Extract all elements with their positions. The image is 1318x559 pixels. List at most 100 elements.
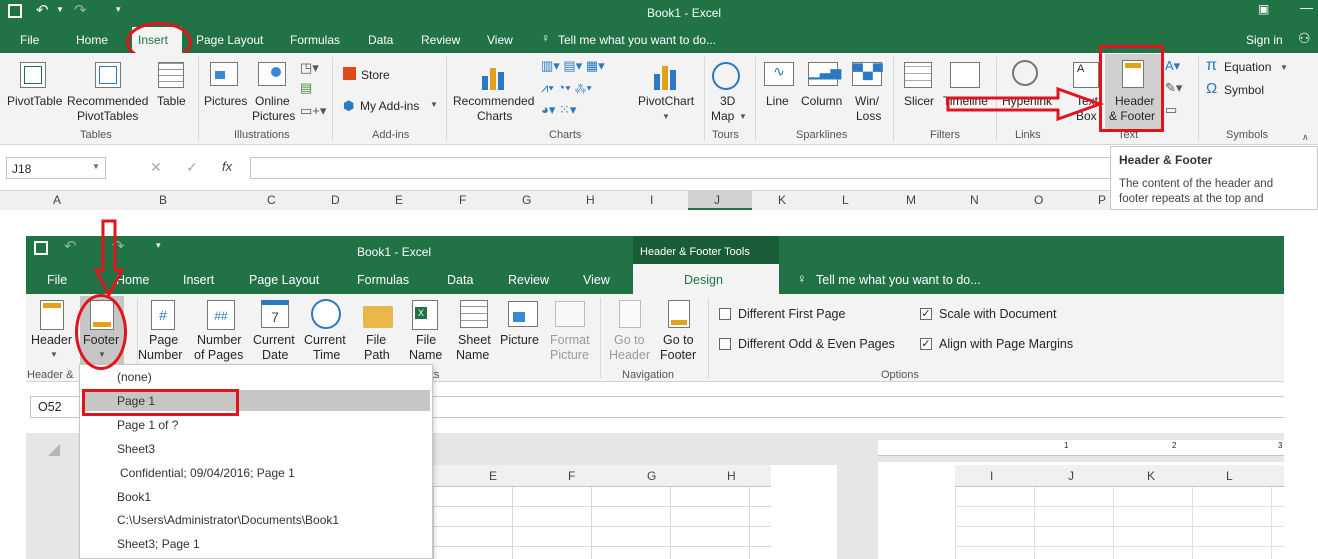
column-header[interactable]: L [1226, 469, 1233, 483]
timeline-icon[interactable] [950, 62, 980, 88]
redo-icon[interactable]: ↷ [74, 1, 87, 19]
textbox-icon[interactable]: A [1073, 62, 1099, 88]
pivotchart-icon[interactable] [652, 62, 680, 90]
wordart-icon[interactable]: A▾ [1165, 58, 1180, 74]
tab-file[interactable]: File [20, 33, 39, 47]
pi-icon[interactable]: π [1206, 58, 1217, 74]
online-pictures-label-1[interactable]: Online [255, 94, 290, 109]
go-to-footer-label-1[interactable]: Go to [663, 333, 694, 348]
recommended-charts-label-1[interactable]: Recommended [453, 94, 534, 109]
recommended-pivottables-label-1[interactable]: Recommended [67, 94, 148, 109]
recommended-pivottables-icon[interactable] [95, 62, 121, 88]
recommended-charts-label-2[interactable]: Charts [477, 109, 512, 124]
file-path-icon[interactable] [363, 306, 393, 328]
table-label[interactable]: Table [157, 94, 186, 109]
winloss-label-1[interactable]: Win/ [855, 94, 879, 109]
scale-with-document-checkbox[interactable]: ✓ [920, 308, 932, 320]
tab-home[interactable]: Home [76, 33, 108, 47]
column-header[interactable]: P [1098, 193, 1106, 207]
tell-me-box-2[interactable]: Tell me what you want to do... [816, 273, 981, 287]
file-path-label-1[interactable]: File [366, 333, 386, 348]
screenshot-icon[interactable]: ▭+▾ [300, 103, 326, 119]
column-chart-icon[interactable]: ▥▾ ▤▾ ▦▾ [541, 58, 605, 74]
tab-design[interactable]: Design [684, 273, 723, 287]
my-addins-icon[interactable]: ⬢ [343, 98, 354, 114]
current-date-icon[interactable]: 7 [261, 300, 289, 328]
hyperlink-icon[interactable] [1012, 60, 1038, 86]
3d-map-label-2[interactable]: Map [711, 109, 734, 124]
menu-item-page-1-of[interactable]: Page 1 of ? [117, 418, 178, 432]
column-header[interactable]: G [647, 469, 656, 483]
number-of-pages-label-2[interactable]: of Pages [194, 348, 243, 363]
customize-qat-icon-2[interactable]: ▾ [156, 240, 161, 251]
menu-item-none[interactable]: (none) [117, 370, 152, 384]
3d-map-icon[interactable] [712, 62, 740, 90]
column-header[interactable]: H [727, 469, 736, 483]
column-header[interactable]: F [459, 193, 466, 207]
pivotchart-label[interactable]: PivotChart [638, 94, 694, 109]
pictures-icon[interactable] [210, 62, 238, 86]
column-sparkline-icon[interactable]: ▁▃▅ [808, 62, 841, 86]
insert-function-icon[interactable]: fx [222, 159, 232, 174]
column-header[interactable]: J [1068, 469, 1074, 483]
header-dropdown-icon[interactable]: ▼ [50, 350, 58, 359]
format-picture-label-2[interactable]: Picture [550, 348, 589, 363]
save-icon-2[interactable] [34, 241, 48, 255]
current-date-label-2[interactable]: Date [262, 348, 288, 363]
undo-icon-2[interactable]: ↶ [64, 237, 77, 255]
column-label[interactable]: Column [801, 94, 842, 109]
menu-item-book1[interactable]: Book1 [117, 490, 151, 504]
column-header[interactable]: C [267, 193, 276, 207]
pie-chart-icon[interactable]: ◕▾ ⁙▾ [541, 102, 576, 118]
column-header[interactable]: N [970, 193, 979, 207]
column-header[interactable]: D [331, 193, 340, 207]
align-with-margins-checkbox[interactable]: ✓ [920, 338, 932, 350]
column-header[interactable]: I [990, 469, 993, 483]
formula-input[interactable] [250, 157, 1110, 179]
formula-input-2[interactable] [432, 396, 1284, 418]
different-first-page-checkbox[interactable] [719, 308, 731, 320]
tab-formulas-2[interactable]: Formulas [357, 273, 409, 287]
column-header[interactable]: A [53, 193, 61, 207]
customize-qat-icon[interactable]: ▾ [116, 4, 121, 15]
store-icon[interactable] [343, 67, 356, 80]
format-picture-label-1[interactable]: Format [550, 333, 590, 348]
store-label[interactable]: Store [361, 68, 390, 83]
go-to-header-icon[interactable] [619, 300, 641, 328]
go-to-footer-icon[interactable] [668, 300, 690, 328]
line-sparkline-icon[interactable]: ∿ [764, 62, 794, 86]
tell-me-box[interactable]: Tell me what you want to do... [558, 33, 716, 47]
my-addins-dropdown-icon[interactable]: ▼ [430, 100, 438, 109]
menu-item-sheet3[interactable]: Sheet3 [117, 442, 155, 456]
smartart-icon[interactable]: ▤ [300, 80, 312, 96]
equation-dropdown-icon[interactable]: ▼ [1280, 63, 1288, 72]
shapes-icon[interactable]: ◳▾ [300, 60, 319, 76]
minimize-icon[interactable]: — [1300, 0, 1313, 15]
recommended-pivottables-label-2[interactable]: PivotTables [77, 109, 138, 124]
slicer-label[interactable]: Slicer [904, 94, 934, 109]
tab-page-layout[interactable]: Page Layout [196, 33, 263, 47]
column-header[interactable]: F [568, 469, 575, 483]
tab-data[interactable]: Data [368, 33, 393, 47]
collapse-ribbon-icon[interactable]: ∧ [1302, 132, 1309, 143]
number-of-pages-label-1[interactable]: Number [197, 333, 241, 348]
sheet-name-icon[interactable] [460, 300, 488, 328]
tab-formulas[interactable]: Formulas [290, 33, 340, 47]
file-name-label-2[interactable]: Name [409, 348, 442, 363]
column-header[interactable]: E [489, 469, 497, 483]
tab-page-layout-2[interactable]: Page Layout [249, 273, 319, 287]
column-header[interactable]: B [159, 193, 167, 207]
menu-item-path[interactable]: C:\Users\Administrator\Documents\Book1 [117, 513, 339, 527]
tab-insert-2[interactable]: Insert [183, 273, 214, 287]
column-header[interactable]: E [395, 193, 403, 207]
symbol-label[interactable]: Symbol [1224, 83, 1264, 98]
menu-item-sheet3-page-1[interactable]: Sheet3; Page 1 [117, 537, 200, 551]
tab-view-2[interactable]: View [583, 273, 610, 287]
share-icon[interactable]: ⚇ [1298, 30, 1311, 47]
pivotchart-dropdown-icon[interactable]: ▼ [662, 112, 670, 121]
page-number-icon[interactable]: # [151, 300, 175, 330]
object-icon[interactable]: ▭ [1165, 102, 1177, 118]
current-time-label-2[interactable]: Time [313, 348, 340, 363]
formula-enter-icon[interactable]: ✓ [186, 159, 198, 176]
undo-icon[interactable]: ↶ [36, 1, 49, 19]
